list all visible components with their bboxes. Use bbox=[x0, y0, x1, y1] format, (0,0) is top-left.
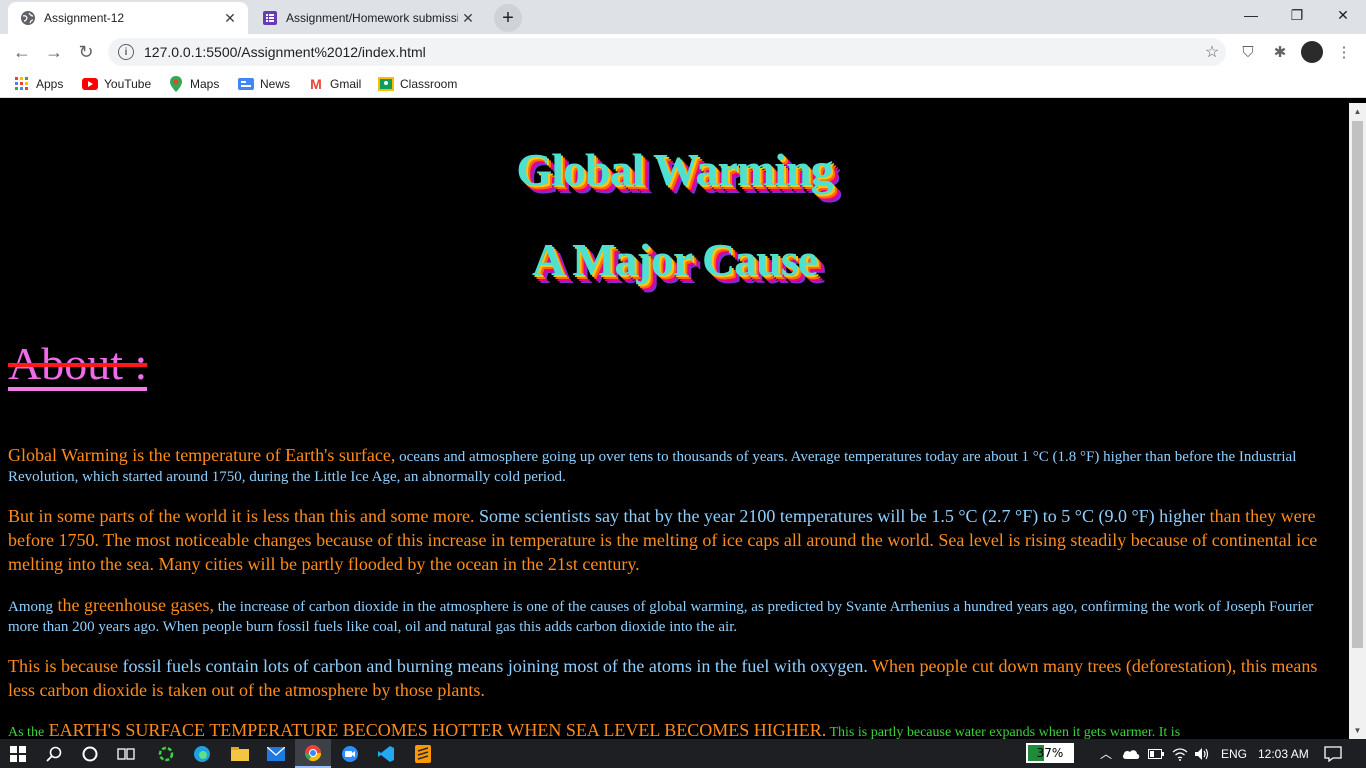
bookmark-gmail[interactable]: M Gmail bbox=[308, 75, 361, 93]
paragraph-3: Among the greenhouse gases, the increase… bbox=[8, 595, 1338, 637]
back-arrow-icon[interactable]: ← bbox=[8, 38, 36, 66]
chrome-taskbar-icon[interactable] bbox=[295, 739, 331, 768]
file-explorer-icon[interactable] bbox=[222, 739, 258, 768]
scrollbar-thumb[interactable] bbox=[1352, 121, 1363, 648]
close-window-icon[interactable]: ✕ bbox=[1320, 0, 1366, 30]
bookmark-star-icon[interactable]: ☆ bbox=[1198, 42, 1226, 62]
bookmark-label: News bbox=[260, 77, 291, 91]
loading-app-icon[interactable] bbox=[148, 739, 184, 768]
paragraph-text: the greenhouse gases, bbox=[53, 595, 214, 615]
battery-tray-icon[interactable] bbox=[1148, 739, 1164, 768]
bookmark-label: Maps bbox=[190, 77, 220, 91]
tab-assignment-homework[interactable]: Assignment/Homework submissi ✕ bbox=[250, 2, 486, 34]
edge-browser-icon[interactable] bbox=[184, 739, 220, 768]
close-tab-icon[interactable]: ✕ bbox=[458, 8, 478, 28]
bookmark-maps[interactable]: Maps bbox=[168, 75, 219, 93]
paragraph-4: This is because fossil fuels contain lot… bbox=[8, 655, 1338, 703]
apps-grid-icon bbox=[14, 76, 30, 92]
page-title: Global Warming bbox=[516, 144, 833, 195]
classroom-icon bbox=[378, 76, 394, 92]
wifi-icon[interactable] bbox=[1172, 739, 1188, 768]
show-hidden-icons-chevron-icon[interactable]: ︿ bbox=[1100, 739, 1112, 768]
close-tab-icon[interactable]: ✕ bbox=[220, 8, 240, 28]
scroll-up-arrow-icon[interactable]: ▲ bbox=[1349, 103, 1366, 120]
mail-icon[interactable] bbox=[258, 739, 294, 768]
site-info-icon[interactable]: i bbox=[118, 44, 134, 60]
about-heading: About : bbox=[8, 338, 148, 391]
paragraph-text: EARTH'S SURFACE TEMPERATURE BECOMES HOTT… bbox=[44, 720, 827, 739]
onedrive-cloud-icon[interactable] bbox=[1122, 739, 1140, 768]
reload-icon[interactable]: ↻ bbox=[72, 38, 100, 66]
url-text: 127.0.0.1:5500/Assignment%2012/index.htm… bbox=[144, 44, 426, 60]
bookmark-label: YouTube bbox=[104, 77, 152, 91]
windows-start-icon[interactable] bbox=[0, 739, 36, 768]
tab-title: Assignment/Homework submissi bbox=[286, 11, 458, 25]
restore-icon[interactable]: ❐ bbox=[1274, 0, 1320, 30]
paragraph-text: Global Warming is the temperature of Ear… bbox=[8, 445, 396, 465]
paragraph-5: As the EARTH'S SURFACE TEMPERATURE BECOM… bbox=[8, 720, 1338, 739]
paragraph-text: Some scientists say that by the year 210… bbox=[474, 506, 1206, 526]
vscode-icon[interactable] bbox=[368, 739, 404, 768]
bookmarks-bar: Apps YouTube Maps News M Gmail Classroom bbox=[0, 70, 1366, 98]
tab-strip: Assignment-12 ✕ Assignment/Homework subm… bbox=[0, 0, 1366, 34]
forms-icon bbox=[262, 10, 278, 26]
bookmark-label: Classroom bbox=[400, 77, 458, 91]
language-indicator[interactable]: ENG bbox=[1221, 739, 1247, 768]
extension-shield-icon[interactable]: ⛉ bbox=[1234, 38, 1262, 66]
forward-arrow-icon[interactable]: → bbox=[40, 38, 68, 66]
paragraph-text: This is because bbox=[8, 656, 118, 676]
action-center-notification-icon[interactable] bbox=[1324, 739, 1342, 768]
battery-percent: 37% bbox=[1036, 746, 1064, 760]
bookmark-classroom[interactable]: Classroom bbox=[378, 75, 457, 93]
search-icon[interactable] bbox=[36, 739, 72, 768]
paragraph-text: As the bbox=[8, 725, 45, 739]
bookmark-label: Gmail bbox=[330, 77, 362, 91]
news-icon bbox=[238, 76, 254, 92]
windows-taskbar: 37% ︿ ENG 12:03 AM bbox=[0, 739, 1366, 768]
paragraph-text: But in some parts of the world it is les… bbox=[8, 506, 475, 526]
paragraph-text: Among bbox=[8, 599, 53, 615]
paragraph-1: Global Warming is the temperature of Ear… bbox=[8, 445, 1338, 487]
address-bar[interactable]: i 127.0.0.1:5500/Assignment%2012/index.h… bbox=[108, 38, 1226, 66]
volume-icon[interactable] bbox=[1194, 739, 1210, 768]
tab-assignment-12[interactable]: Assignment-12 ✕ bbox=[8, 2, 248, 34]
scroll-down-arrow-icon[interactable]: ▼ bbox=[1349, 722, 1366, 739]
minimize-icon[interactable]: — bbox=[1228, 0, 1274, 30]
paragraph-text: fossil fuels contain lots of carbon and … bbox=[117, 656, 868, 676]
sublime-text-icon[interactable] bbox=[405, 739, 441, 768]
page-subtitle: A Major Cause bbox=[531, 234, 818, 285]
globe-icon bbox=[20, 10, 36, 26]
paragraph-2: But in some parts of the world it is les… bbox=[8, 505, 1338, 577]
youtube-icon bbox=[82, 76, 98, 92]
new-tab-button[interactable]: + bbox=[494, 4, 522, 32]
task-view-icon[interactable] bbox=[108, 739, 144, 768]
bookmark-youtube[interactable]: YouTube bbox=[82, 75, 151, 93]
battery-indicator[interactable]: 37% bbox=[1026, 743, 1074, 763]
zoom-icon[interactable] bbox=[332, 739, 368, 768]
web-page: Global Warming A Major Cause About : Glo… bbox=[0, 103, 1349, 739]
puzzle-extensions-icon[interactable]: ✱ bbox=[1266, 38, 1294, 66]
browser-toolbar: ← → ↻ i 127.0.0.1:5500/Assignment%2012/i… bbox=[0, 34, 1366, 70]
bookmark-apps[interactable]: Apps bbox=[14, 75, 63, 93]
bookmark-news[interactable]: News bbox=[238, 75, 290, 93]
more-menu-icon[interactable]: ⋮ bbox=[1330, 38, 1358, 66]
bookmark-label: Apps bbox=[36, 77, 64, 91]
paragraph-text: This is partly because water expands whe… bbox=[826, 725, 1181, 739]
page-scrollbar[interactable]: ▲ ▼ bbox=[1349, 103, 1366, 739]
cortana-icon[interactable] bbox=[72, 739, 108, 768]
maps-pin-icon bbox=[168, 76, 184, 92]
gmail-icon: M bbox=[310, 76, 322, 92]
profile-avatar[interactable] bbox=[1301, 41, 1323, 63]
clock[interactable]: 12:03 AM bbox=[1258, 739, 1309, 768]
tab-title: Assignment-12 bbox=[44, 11, 125, 25]
